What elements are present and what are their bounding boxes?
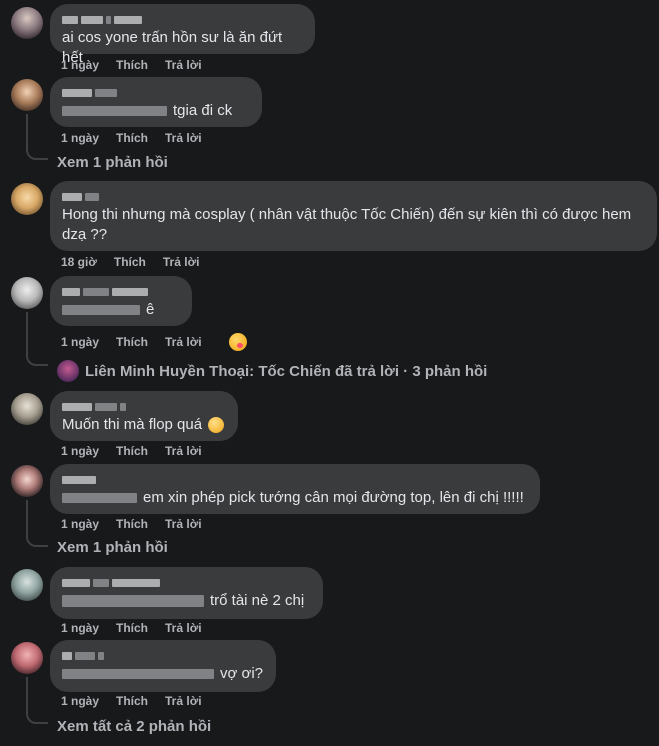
comment-actions: 18 giờ Thích Trả lời <box>61 255 199 269</box>
thread-line <box>26 537 48 547</box>
avatar[interactable] <box>11 393 43 425</box>
comment-bubble: tgia đi ck <box>50 77 262 127</box>
comment-text: em xin phép pick tướng cân mọi đường top… <box>62 488 528 508</box>
reply-button[interactable]: Trả lời <box>163 255 200 269</box>
like-button[interactable]: Thích <box>116 335 148 349</box>
timestamp[interactable]: 18 giờ <box>61 255 97 269</box>
author-name-redacted[interactable] <box>62 399 226 415</box>
comment-bubble: em xin phép pick tướng cân mọi đường top… <box>50 464 540 514</box>
reply-button[interactable]: Trả lời <box>165 131 202 145</box>
timestamp[interactable]: 1 ngày <box>61 621 99 635</box>
comment-actions: 1 ngày Thích Trả lời <box>61 444 202 458</box>
mention-redacted[interactable] <box>62 669 214 679</box>
like-button[interactable]: Thích <box>116 694 148 708</box>
comment-actions: 1 ngày Thích Trả lời <box>61 58 202 72</box>
comment-bubble: Hong thi nhưng mà cosplay ( nhân vật thu… <box>50 181 657 251</box>
timestamp[interactable]: 1 ngày <box>61 131 99 145</box>
avatar[interactable] <box>11 277 43 309</box>
reply-button[interactable]: Trả lời <box>165 517 202 531</box>
reply-button[interactable]: Trả lời <box>165 694 202 708</box>
like-button[interactable]: Thích <box>116 444 148 458</box>
see-replies-link[interactable]: Xem 1 phản hồi <box>57 539 168 556</box>
like-button[interactable]: Thích <box>116 621 148 635</box>
comment-actions: 1 ngày Thích Trả lời <box>61 694 202 708</box>
see-replies-link[interactable]: Xem tất cả 2 phản hồi <box>57 718 211 735</box>
author-name-redacted[interactable] <box>62 284 180 300</box>
author-name-redacted[interactable] <box>62 648 264 664</box>
mention-redacted[interactable] <box>62 595 204 607</box>
comment-actions: 1 ngày Thích Trả lời <box>61 131 202 145</box>
timestamp[interactable]: 1 ngày <box>61 335 99 349</box>
thread-line <box>26 714 48 724</box>
see-replies-link[interactable]: Xem 1 phản hồi <box>57 154 168 171</box>
like-button[interactable]: Thích <box>116 131 148 145</box>
comment-actions: 1 ngày Thích Trả lời <box>61 333 247 351</box>
avatar[interactable] <box>11 642 43 674</box>
comment-text: trổ tài nè 2 chị <box>62 591 311 611</box>
comment-actions: 1 ngày Thích Trả lời <box>61 517 202 531</box>
thread-line <box>26 677 28 715</box>
author-name-redacted[interactable] <box>62 472 528 488</box>
author-name-redacted[interactable] <box>62 85 250 101</box>
reply-button[interactable]: Trả lời <box>165 335 202 349</box>
thread-line <box>26 150 48 160</box>
avatar[interactable] <box>11 569 43 601</box>
timestamp[interactable]: 1 ngày <box>61 517 99 531</box>
author-name-redacted[interactable] <box>62 189 645 205</box>
comment-actions: 1 ngày Thích Trả lời <box>61 621 202 635</box>
reply-button[interactable]: Trả lời <box>165 621 202 635</box>
comment-text: Hong thi nhưng mà cosplay ( nhân vật thu… <box>62 206 632 243</box>
like-button[interactable]: Thích <box>114 255 146 269</box>
reply-button[interactable]: Trả lời <box>165 444 202 458</box>
author-name-redacted[interactable] <box>62 575 311 591</box>
author-name-redacted[interactable] <box>62 12 303 28</box>
comment-bubble: vợ ơi? <box>50 640 276 692</box>
avatar[interactable] <box>11 7 43 39</box>
avatar[interactable] <box>11 183 43 215</box>
thread-line <box>26 312 28 357</box>
emoji-icon <box>208 417 225 433</box>
comment-text: ê <box>62 300 180 320</box>
avatar[interactable] <box>11 465 43 497</box>
comment-bubble: trổ tài nè 2 chị <box>50 567 323 619</box>
like-button[interactable]: Thích <box>116 58 148 72</box>
thread-line <box>26 500 28 538</box>
avatar[interactable] <box>11 79 43 111</box>
reaction-emoji-icon[interactable] <box>228 333 247 351</box>
comment-bubble: ai cos yone trấn hồn sư là ăn đứt hết <box>50 4 315 66</box>
timestamp[interactable]: 1 ngày <box>61 444 99 458</box>
mention-redacted[interactable] <box>62 106 167 116</box>
thread-line <box>26 114 28 152</box>
page-reply-text: Liên Minh Huyền Thoại: Tốc Chiến đã trả … <box>85 362 488 380</box>
timestamp[interactable]: 1 ngày <box>61 694 99 708</box>
comment-bubble: ê <box>50 276 192 326</box>
thread-line <box>26 356 48 366</box>
comment-bubble: Muốn thi mà flop quá <box>50 391 238 441</box>
mention-redacted[interactable] <box>62 305 140 315</box>
page-reply-link[interactable]: Liên Minh Huyền Thoại: Tốc Chiến đã trả … <box>57 360 487 382</box>
comment-text: vợ ơi? <box>62 664 264 684</box>
mention-redacted[interactable] <box>62 493 137 503</box>
timestamp[interactable]: 1 ngày <box>61 58 99 72</box>
page-avatar <box>57 360 79 382</box>
like-button[interactable]: Thích <box>116 517 148 531</box>
comment-text: Muốn thi mà flop quá <box>62 415 226 435</box>
reply-button[interactable]: Trả lời <box>165 58 202 72</box>
comment-text: tgia đi ck <box>62 101 250 121</box>
